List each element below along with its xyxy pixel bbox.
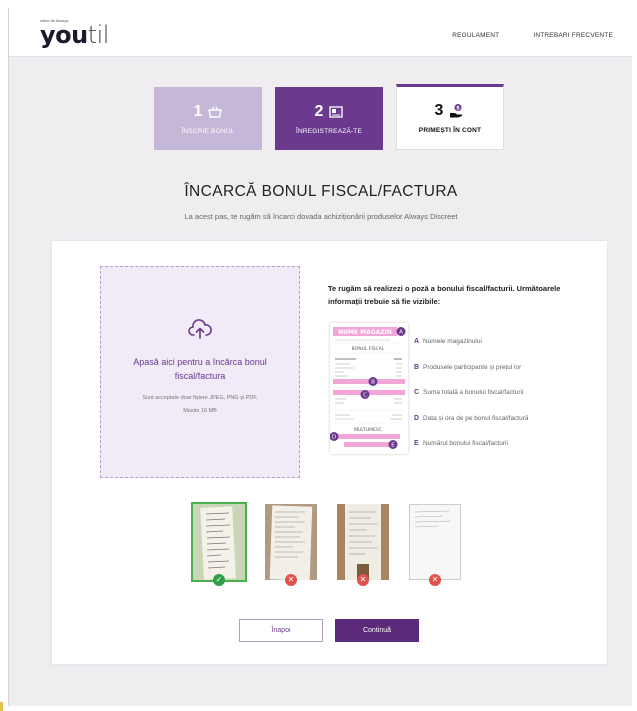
receipt-photo [337,504,389,580]
svg-text:A: A [399,330,403,336]
receipt-photo [265,504,317,580]
dropzone-title: Apasă aici pentru a încărca bonul fiscal… [133,357,267,381]
step-3-label: PRIMEȘTI ÎN CONT [418,127,482,134]
thumbnail-wrong-photo[interactable]: ✕ [265,504,317,586]
legend-item: D Data și ora de pe bonul fiscal/factură [414,406,529,432]
money-hand-icon: $ [450,104,463,118]
thumbnail-correct-photo[interactable]: ✓ [191,502,247,586]
error-icon: ✕ [285,574,297,586]
svg-text:C: C [363,393,367,399]
legend-item: E Numărul bonului fiscal/facturii [414,431,529,457]
sample-receipt: NUME MAGAZIN A BONUL FISCAL B C MULTUMES… [329,323,408,454]
svg-text:E: E [391,443,395,449]
basket-icon [208,106,223,118]
step-2-label: ÎNREGISTREAZĂ-TE [295,127,363,135]
logo-light-text: til [87,21,110,49]
logo[interactable]: youtil [40,21,109,49]
upload-dropzone[interactable]: Apasă aici pentru a încărca bonul fiscal… [100,266,300,478]
instructions-text: Te rugăm să realizezi o poză a bonului f… [328,284,561,306]
step-3: 3 $ PRIMEȘTI ÎN CONT [396,84,504,150]
legend-text: Data și ora de pe bonul fiscal/factură [423,414,529,422]
receipt-store-name: NUME MAGAZIN [338,329,392,336]
receipt-photo [193,504,245,580]
dropzone-note: Sunt acceptate doar fișiere JPEG, PNG și… [142,395,258,401]
receipt-legend: A Numele magazinului B Produsele participa… [414,329,529,457]
legend-item: A Numele magazinului [414,329,529,355]
upload-card: Apasă aici pentru a încărca bonul fiscal… [52,241,607,664]
step-1: 1 ÎNSCRIE BONUL [154,87,262,150]
logo-bold-text: you [40,21,88,49]
continue-button[interactable]: Continuă [335,619,419,642]
legend-text: Suma totală a bonului fiscal/facturii [423,389,524,397]
svg-text:D: D [332,435,336,441]
step-2-number: 2 [314,102,324,120]
svg-text:B: B [371,380,375,386]
receipt-title: BONUL FISCAL [352,346,385,352]
sample-receipt-drawing: NUME MAGAZIN A BONUL FISCAL B C MULTUMES… [329,327,406,449]
step-1-label: ÎNSCRIE BONUL [181,127,235,135]
top-bar: client de Always youtil REGULAMENT INTRE… [9,8,633,57]
error-icon: ✕ [357,574,369,586]
legend-letter: E [414,440,419,448]
back-button[interactable]: Înapoi [239,619,323,642]
legend-letter: B [414,363,420,371]
check-icon: ✓ [213,574,225,586]
profile-card-icon [329,105,344,118]
cloud-upload-icon [188,319,212,339]
page-frame: client de Always youtil REGULAMENT INTRE… [8,8,633,706]
page-title: ÎNCARCĂ BONUL FISCAL/FACTURA [184,183,458,200]
legend-item: C Suma totală a bonului fiscal/facturii [414,380,529,406]
step-3-number: 3 [434,102,444,119]
step-1-number: 1 [193,102,203,120]
example-thumbnails: ✓ ✕ ✕ ✕ [191,502,461,586]
progress-steps: 1 ÎNSCRIE BONUL 2 ÎNREGISTREAZĂ-TE 3 $ P… [154,84,504,150]
receipt-thanks: MULTUMESC [354,427,382,433]
legend-item: B Produsele participante și prețul lor [414,355,529,381]
nav-intrebari-frecvente[interactable]: INTREBARI FRECVENTE [533,32,613,39]
nav-regulament[interactable]: REGULAMENT [452,32,499,39]
edge-marker [0,702,3,711]
dropzone-max-size: Maxim 16 MB [183,408,217,414]
thumbnail-wrong-photo[interactable]: ✕ [337,504,389,586]
svg-text:$: $ [457,105,461,111]
page-subtitle: La acest pas, te rugăm să încarci dovada… [184,212,458,221]
legend-text: Numărul bonului fiscal/facturii [423,440,508,448]
legend-letter: C [414,389,420,397]
thumbnail-wrong-photo[interactable]: ✕ [409,504,461,586]
top-nav: REGULAMENT INTREBARI FRECVENTE [452,32,613,39]
legend-letter: D [414,414,420,422]
step-2: 2 ÎNREGISTREAZĂ-TE [275,87,383,150]
error-icon: ✕ [429,574,441,586]
legend-text: Produsele participante și prețul lor [423,363,522,371]
legend-letter: A [414,338,420,346]
receipt-photo [409,504,461,580]
legend-text: Numele magazinului [423,338,482,346]
